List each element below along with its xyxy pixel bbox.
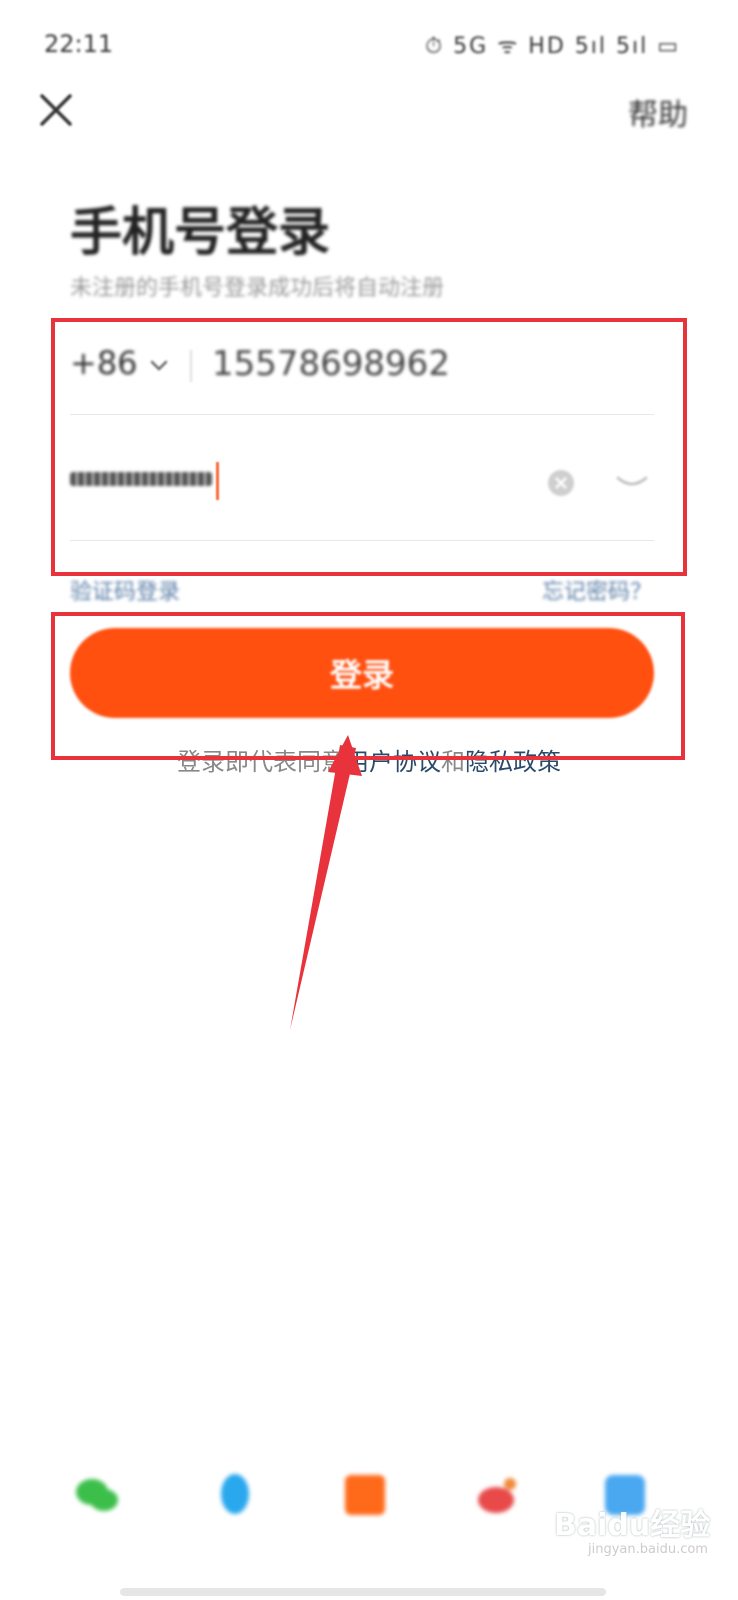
home-indicator[interactable] (120, 1588, 606, 1596)
forgot-password-link[interactable]: 忘记密码？ (542, 574, 652, 606)
page-title: 手机号登录 (70, 203, 331, 263)
status-time: 22:11 (44, 30, 114, 58)
xiaomi-icon[interactable] (340, 1470, 390, 1520)
agreement-text: 登录即代表同意用户协议和隐私政策 (0, 742, 738, 777)
status-icons: ⏱ 5G ᯤ HD 5ıl 5ıl ▭ (425, 34, 680, 59)
watermark-url: jingyan.baidu.com (588, 1542, 708, 1557)
user-agreement-link[interactable]: 用户协议 (345, 748, 441, 776)
sms-login-link[interactable]: 验证码登录 (70, 574, 180, 606)
agreement-and: 和 (441, 748, 465, 776)
close-icon[interactable] (38, 92, 74, 128)
phone-input[interactable] (212, 338, 632, 390)
text-caret (216, 462, 219, 500)
page-subtitle: 未注册的手机号登录成功后将自动注册 (70, 276, 445, 301)
eye-closed-icon[interactable] (614, 470, 650, 494)
wechat-icon[interactable] (72, 1470, 122, 1520)
qq-icon[interactable] (210, 1470, 260, 1520)
privacy-policy-link[interactable]: 隐私政策 (465, 748, 561, 776)
phone-row: +86 (70, 330, 654, 414)
baidu-watermark: Baidu经验 (554, 1508, 711, 1543)
clear-icon[interactable] (546, 468, 576, 498)
chevron-down-icon[interactable] (148, 354, 170, 376)
weibo-icon[interactable] (472, 1470, 522, 1520)
status-bar: 22:11 ⏱ 5G ᯤ HD 5ıl 5ıl ▭ (0, 0, 738, 90)
field-divider (190, 350, 192, 382)
phone-underline (70, 414, 654, 415)
help-link[interactable]: 帮助 (628, 90, 688, 134)
login-button[interactable]: 登录 (70, 628, 654, 718)
password-input[interactable] (70, 472, 212, 486)
country-code-selector[interactable]: +86 (70, 344, 138, 382)
password-underline (70, 540, 654, 541)
password-row[interactable] (70, 450, 654, 520)
annotation-arrow (290, 735, 362, 1030)
agreement-prefix: 登录即代表同意 (177, 748, 345, 776)
